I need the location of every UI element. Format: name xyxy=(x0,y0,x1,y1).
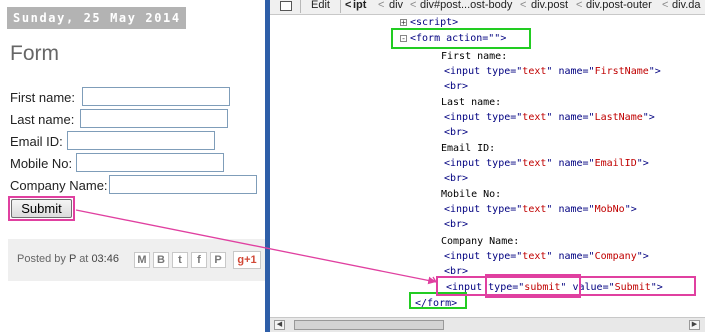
annotation-arrows xyxy=(75,209,437,285)
arrow-line xyxy=(75,209,437,285)
